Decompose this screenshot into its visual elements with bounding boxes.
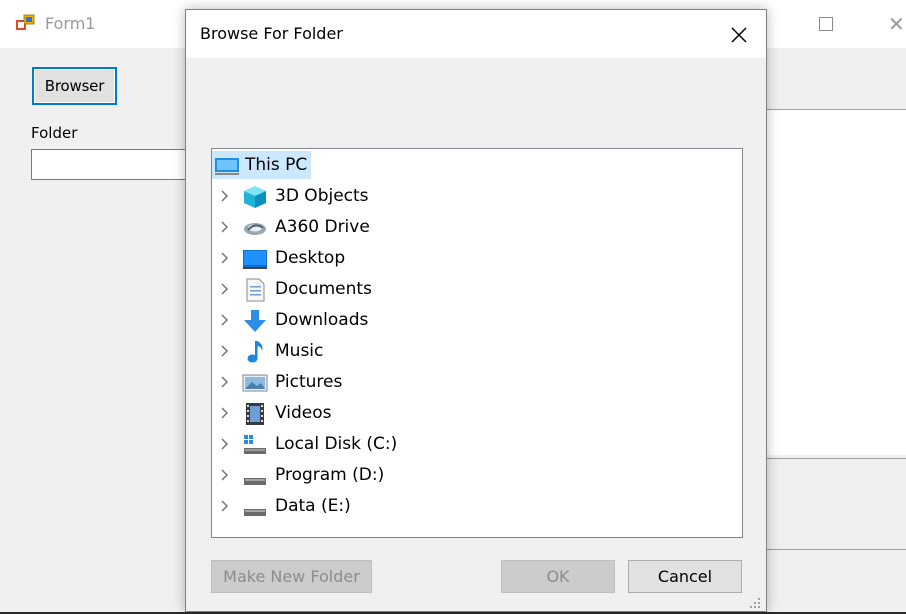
chevron-right-icon[interactable] [220, 281, 230, 297]
tree-item-label: Local Disk (C:) [275, 434, 398, 454]
drive-icon [244, 478, 266, 485]
tree-item-music[interactable]: Music [212, 337, 742, 365]
tree-item-label: A360 Drive [275, 217, 370, 237]
desktop-icon [243, 250, 267, 269]
tree-item-label: This PC [245, 155, 308, 175]
tree-item-label: Videos [275, 403, 332, 423]
cancel-button[interactable]: Cancel [628, 560, 742, 593]
form1-lower-panel [760, 458, 906, 550]
tree-item-local-disk-c[interactable]: Local Disk (C:) [212, 430, 742, 458]
close-icon[interactable] [723, 22, 755, 48]
form1-content-panel [760, 109, 906, 455]
tree-item-documents[interactable]: Documents [212, 275, 742, 303]
chevron-right-icon[interactable] [220, 343, 230, 359]
tree-item-label: Program (D:) [275, 465, 385, 485]
tree-item-videos[interactable]: Videos [212, 399, 742, 427]
tree-item-label: Pictures [275, 372, 343, 392]
chevron-right-icon[interactable] [220, 188, 230, 204]
chevron-right-icon[interactable] [220, 467, 230, 483]
tree-item-label: Desktop [275, 248, 346, 268]
ok-button[interactable]: OK [501, 560, 615, 593]
tree-item-data-e[interactable]: Data (E:) [212, 492, 742, 520]
chevron-right-icon[interactable] [220, 374, 230, 390]
tree-item-label: Data (E:) [275, 496, 351, 516]
browse-for-folder-dialog: Browse For Folder This PC 3D Objects A36… [185, 9, 767, 612]
downloads-icon [244, 310, 266, 332]
folder-tree[interactable]: This PC 3D Objects A360 Drive Desktop Do… [211, 148, 743, 538]
folder-label: Folder [31, 124, 78, 142]
chevron-right-icon[interactable] [220, 219, 230, 235]
make-new-folder-button[interactable]: Make New Folder [211, 560, 372, 593]
tree-item-3d-objects[interactable]: 3D Objects [212, 182, 742, 210]
form1-title: Form1 [45, 14, 96, 33]
form-app-icon [16, 14, 35, 30]
local-disk-icon [244, 435, 266, 454]
tree-item-label: 3D Objects [275, 186, 369, 206]
chevron-right-icon[interactable] [220, 250, 230, 266]
drive-icon [244, 509, 266, 516]
tree-item-pictures[interactable]: Pictures [212, 368, 742, 396]
close-icon[interactable]: ✕ [888, 14, 906, 34]
3d-objects-icon [244, 186, 266, 208]
tree-item-label: Music [275, 341, 324, 361]
folder-input[interactable] [31, 149, 201, 180]
this-pc-icon [215, 158, 239, 175]
dialog-titlebar: Browse For Folder [186, 10, 766, 58]
chevron-right-icon[interactable] [220, 405, 230, 421]
documents-icon [246, 278, 265, 302]
resize-grip-icon[interactable] [748, 596, 762, 610]
tree-item-a360-drive[interactable]: A360 Drive [212, 213, 742, 241]
music-icon [247, 341, 263, 363]
tree-item-label: Documents [275, 279, 372, 299]
maximize-icon[interactable] [819, 17, 833, 31]
chevron-right-icon[interactable] [220, 436, 230, 452]
tree-item-downloads[interactable]: Downloads [212, 306, 742, 334]
chevron-right-icon[interactable] [220, 498, 230, 514]
pictures-icon [242, 374, 268, 392]
dialog-title: Browse For Folder [200, 24, 343, 43]
a360-drive-icon [244, 223, 266, 235]
tree-item-desktop[interactable]: Desktop [212, 244, 742, 272]
browser-button[interactable]: Browser [32, 67, 117, 105]
tree-item-program-d[interactable]: Program (D:) [212, 461, 742, 489]
tree-item-label: Downloads [275, 310, 369, 330]
chevron-right-icon[interactable] [220, 312, 230, 328]
tree-item-this-pc[interactable]: This PC [212, 151, 742, 179]
videos-icon [246, 403, 264, 425]
